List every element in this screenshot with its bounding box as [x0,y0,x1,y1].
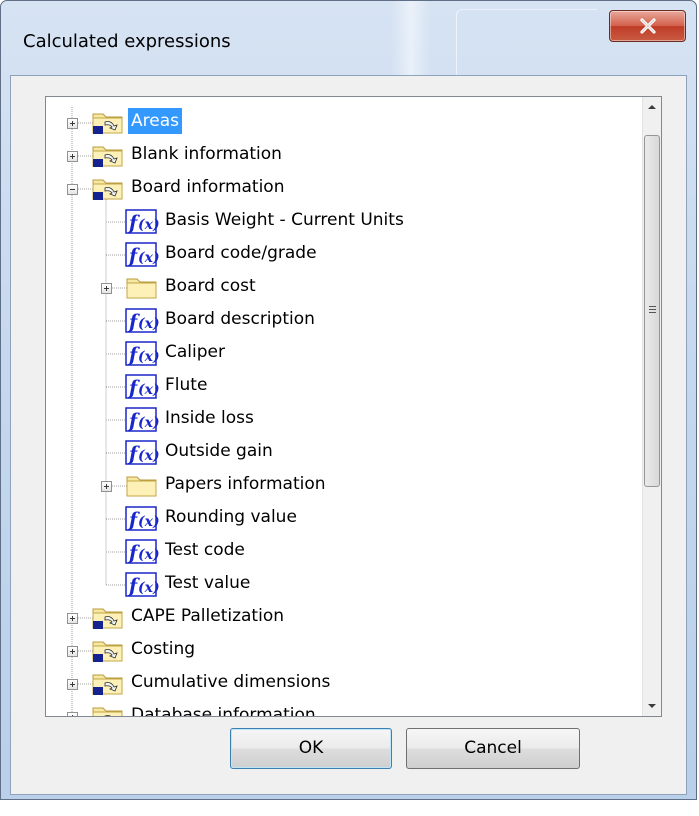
tree-node[interactable]: CAPE Palletization [46,602,642,632]
function-icon: f (x) [124,404,160,438]
tree-node[interactable]: Blank information [46,140,642,170]
special-folder-icon [90,602,126,636]
expression-tree[interactable]: Areas Blank information Board information f… [45,96,662,717]
svg-text:(x): (x) [138,382,160,398]
tree-node-label[interactable]: Board cost [162,273,259,299]
window-title: Calculated expressions [23,31,231,52]
title-bar[interactable]: Calculated expressions [1,1,696,76]
collapse-minus-icon[interactable] [67,184,78,195]
scroll-up-arrow-icon[interactable] [643,97,661,117]
tree-node[interactable]: f (x) Caliper [46,338,642,368]
scroll-grip-icon [649,306,656,313]
expand-plus-icon[interactable] [67,118,78,129]
vertical-scrollbar[interactable] [642,97,661,716]
function-icon: f (x) [124,503,160,537]
tree-node[interactable]: Board information [46,173,642,203]
function-icon: f (x) [124,569,160,603]
tree-node-label[interactable]: Inside loss [162,405,257,431]
tree-node-label[interactable]: CAPE Palletization [128,603,287,629]
tree-node-label[interactable]: Papers information [162,471,329,497]
dialog-window: Calculated expressions Areas Blank inform… [0,0,697,800]
tree-node-label[interactable]: Test code [162,537,248,563]
ok-button[interactable]: OK [230,728,392,769]
expand-plus-icon[interactable] [101,481,112,492]
tree-node[interactable]: f (x) Inside loss [46,404,642,434]
cancel-button[interactable]: Cancel [406,728,580,769]
close-button[interactable] [609,10,686,42]
expand-plus-icon[interactable] [67,613,78,624]
tree-node[interactable]: Board cost [46,272,642,302]
tree-node[interactable]: f (x) Test value [46,569,642,599]
tree-node[interactable]: f (x) Test code [46,536,642,566]
special-folder-icon [90,701,126,716]
tree-node-label[interactable]: Database information [128,702,319,716]
close-icon [640,18,656,34]
expand-plus-icon[interactable] [67,646,78,657]
special-folder-icon [90,107,126,141]
svg-text:(x): (x) [138,250,160,266]
tree-node[interactable]: f (x) Outside gain [46,437,642,467]
folder-icon [124,470,160,504]
tree-node-label[interactable]: Basis Weight - Current Units [162,207,407,233]
tree-node-label[interactable]: Cumulative dimensions [128,669,333,695]
function-icon: f (x) [124,305,160,339]
svg-text:(x): (x) [138,580,160,596]
expand-plus-icon[interactable] [67,712,78,716]
tree-node-label[interactable]: Outside gain [162,438,276,464]
scroll-down-arrow-icon[interactable] [643,696,661,716]
expand-plus-icon[interactable] [67,151,78,162]
tree-node-label[interactable]: Rounding value [162,504,300,530]
tree-node-label[interactable]: Board code/grade [162,240,320,266]
tree-node[interactable]: f (x) Rounding value [46,503,642,533]
function-icon: f (x) [124,371,160,405]
dialog-client-area: Areas Blank information Board information f… [10,75,687,795]
special-folder-icon [90,173,126,207]
svg-text:(x): (x) [138,349,160,365]
tree-node-label[interactable]: Costing [128,636,198,662]
tree-node-label[interactable]: Areas [128,108,182,134]
title-bar-glare-frame [456,9,597,76]
svg-text:(x): (x) [138,217,160,233]
tree-node[interactable]: f (x) Board description [46,305,642,335]
function-icon: f (x) [124,437,160,471]
tree-node-label[interactable]: Flute [162,372,210,398]
tree-node[interactable]: f (x) Basis Weight - Current Units [46,206,642,236]
tree-node-label[interactable]: Board information [128,174,287,200]
tree-node[interactable]: f (x) Flute [46,371,642,401]
function-icon: f (x) [124,536,160,570]
tree-node-label[interactable]: Caliper [162,339,228,365]
tree-node[interactable]: Cumulative dimensions [46,668,642,698]
svg-text:(x): (x) [138,448,160,464]
svg-text:(x): (x) [138,316,160,332]
svg-text:(x): (x) [138,415,160,431]
function-icon: f (x) [124,206,160,240]
function-icon: f (x) [124,338,160,372]
special-folder-icon [90,668,126,702]
tree-node-label[interactable]: Test value [162,570,253,596]
tree-node[interactable]: Database information [46,701,642,716]
tree-node[interactable]: Areas [46,107,642,137]
tree-node[interactable]: Costing [46,635,642,665]
special-folder-icon [90,140,126,174]
special-folder-icon [90,635,126,669]
folder-icon [124,272,160,306]
tree-node-label[interactable]: Board description [162,306,318,332]
function-icon: f (x) [124,239,160,273]
tree-node-label[interactable]: Blank information [128,141,285,167]
desktop-background [0,800,699,816]
tree-node[interactable]: f (x) Board code/grade [46,239,642,269]
scroll-thumb[interactable] [644,135,660,487]
svg-text:(x): (x) [138,514,160,530]
svg-text:(x): (x) [138,547,160,563]
expand-plus-icon[interactable] [67,679,78,690]
expand-plus-icon[interactable] [101,283,112,294]
title-bar-glare [391,1,431,75]
tree-node[interactable]: Papers information [46,470,642,500]
